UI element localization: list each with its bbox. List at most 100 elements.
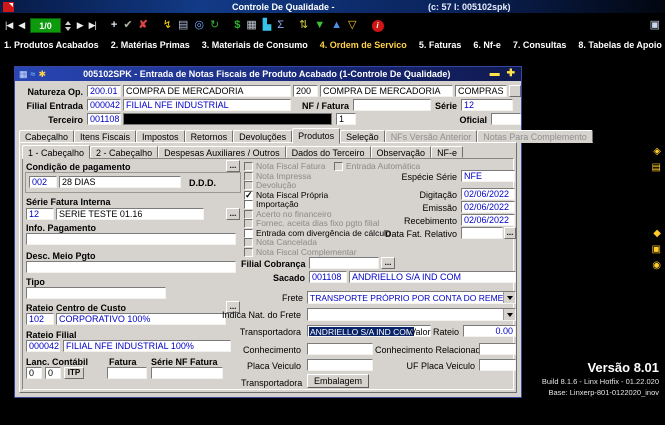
tab-produtos[interactable]: Produtos [292,128,340,144]
checkbox-nota-cancelada[interactable]: Nota Cancelada [244,237,317,247]
cond-pagamento-desc-field[interactable]: 28 DIAS [59,176,181,188]
natureza-code2-field[interactable]: 200 [293,85,318,97]
menu-item-produtos-acabados[interactable]: 1. Produtos Acabados [4,40,99,50]
next-record-icon[interactable]: ▶ [77,21,83,30]
lanc-contabil-field-1[interactable]: 0 [26,367,42,379]
menu-item-materias-primas[interactable]: 2. Matérias Primas [111,40,190,50]
checkbox-nota-fiscal-complementar[interactable]: Nota Fiscal Complementar [244,247,357,257]
subtab-despesas[interactable]: Despesas Auxiliares / Outros [158,146,286,158]
serie-fatura-desc-field[interactable]: SERIE TESTE 01.16 [56,208,204,220]
subtab-2-cabecalho[interactable]: 2 - Cabeçalho [90,146,158,158]
serie-field[interactable]: 12 [461,99,513,111]
record-spinner[interactable] [65,21,71,31]
nf-fatura-field[interactable] [353,99,431,111]
lanc-contabil-field-2[interactable]: 0 [45,367,61,379]
filial-code-field[interactable]: 000042 [87,99,121,111]
checkbox-devolucao[interactable]: Devolução [244,180,296,190]
info-icon[interactable]: i [372,20,384,32]
filter-icon[interactable]: ▽ [348,20,356,31]
first-record-icon[interactable]: |◀ [5,21,12,30]
serie-nf-fatura-field[interactable] [151,367,223,379]
chart-icon[interactable]: ▙ [263,20,271,31]
terceiro-code-field[interactable]: 001108 [87,113,121,125]
terceiro-name-redacted[interactable] [123,113,332,125]
serie-fatura-code-field[interactable]: 12 [26,208,54,220]
subtab-observacao[interactable]: Observação [371,146,432,158]
rail-shortcut-icon-1[interactable]: ◈ [653,147,661,157]
valor-rateio-field[interactable]: 0.00 [463,325,516,337]
rateio-filial-code-field[interactable]: 000042 [26,340,60,352]
tipo-field[interactable] [26,287,166,299]
checkbox-fornec-dias-fixo[interactable]: Fornec. aceita dias fixo pgto filial [244,218,379,228]
data-fat-browse-button[interactable]: ... [504,227,516,239]
fatura-field[interactable] [107,367,147,379]
cancel-icon[interactable]: ✘ [139,20,148,31]
recebimento-field[interactable]: 02/06/2022 [461,214,515,226]
tools-icon[interactable]: ✱ [38,70,46,79]
conhecimento-relacionado-field[interactable] [479,343,516,355]
exit-icon[interactable]: ▣ [650,20,660,31]
currency-icon[interactable]: $ [234,20,240,31]
info-pagamento-field[interactable] [26,233,236,245]
print-icon[interactable]: ▤ [178,20,188,31]
refresh-icon[interactable]: ↻ [210,20,219,31]
placa-veiculo-field[interactable] [307,359,373,371]
data-fat-relativo-field[interactable] [461,227,503,239]
execute-icon[interactable]: ↯ [163,20,172,31]
rateio-filial-desc-field[interactable]: FILIAL NFE INDUSTRIAL 100% [63,340,231,352]
calculator-icon[interactable]: ▦ [246,20,256,31]
uf-placa-veiculo-field[interactable] [479,359,516,371]
filial-desc-field[interactable]: FILIAL NFE INDUSTRIAL [123,99,291,111]
menu-item-faturas[interactable]: 5. Faturas [419,40,462,50]
sort-icon[interactable]: ⇅ [299,20,308,31]
indica-nat-dropdown-arrow[interactable] [503,309,515,320]
sum-icon[interactable]: Σ [277,20,284,31]
emissao-field[interactable]: 02/06/2022 [461,201,515,213]
subtab-dados-terceiro[interactable]: Dados do Terceiro [286,146,371,158]
last-record-icon[interactable]: ▶| [89,21,96,30]
sacado-desc-field[interactable]: ANDRIELLO S/A IND COM [349,271,516,283]
embalagem-button[interactable]: Embalagem [307,374,369,388]
previous-record-icon[interactable]: ◀ [18,21,24,30]
rateio-cc-desc-field[interactable]: CORPORATIVO 100% [56,313,226,325]
natureza-browse-button[interactable] [509,85,521,97]
rail-shortcut-icon-2[interactable]: ▤ [652,163,661,173]
frete-dropdown-arrow[interactable] [503,292,515,303]
digitacao-field[interactable]: 02/06/2022 [461,188,515,200]
rail-shortcut-icon-5[interactable]: ◉ [652,261,661,271]
especie-serie-field[interactable]: NFE [461,170,515,182]
checkbox-importacao[interactable]: Importação [244,199,299,209]
menu-item-materiais-consumo[interactable]: 3. Materiais de Consumo [202,40,308,50]
serie-fatura-browse-button[interactable]: ... [226,208,240,220]
menu-item-ordem-servico[interactable]: 4. Ordem de Servico [320,40,407,50]
checkbox-nota-fiscal-fatura[interactable]: Nota Fiscal Fatura [244,161,325,171]
natureza-code-field[interactable]: 200.01 [87,85,121,97]
oficial-field[interactable] [491,113,521,125]
confirm-icon[interactable]: ✔ [123,20,132,31]
indica-nat-frete-select[interactable] [307,308,516,321]
minimize-icon[interactable]: ▬ [488,69,502,79]
filial-cobranca-field[interactable] [309,257,379,269]
natureza-grupo-field[interactable]: COMPRAS [455,85,507,97]
itp-button[interactable]: ITP [64,367,84,379]
natureza-desc2-field[interactable]: COMPRA DE MERCADORIA [320,85,453,97]
cond-pagamento-code-field[interactable]: 002 [29,176,57,188]
frete-select[interactable]: TRANSPORTE PRÓPRIO POR CONTA DO REMETENT… [307,291,516,304]
search-icon[interactable]: ◎ [194,20,204,31]
menu-item-consultas[interactable]: 7. Consultas [513,40,567,50]
desc-meio-pgto-field[interactable] [26,261,236,273]
rail-shortcut-icon-3[interactable]: ◆ [653,229,661,239]
add-record-icon[interactable]: + [111,20,117,31]
cond-pagamento-browse-button[interactable]: ... [226,160,240,172]
import-icon[interactable]: ▲ [331,20,342,31]
sacado-code-field[interactable]: 001108 [309,271,347,283]
conhecimento-field[interactable] [307,343,373,355]
filial-cobranca-browse-button[interactable]: ... [381,257,395,269]
checkbox-entrada-automatica[interactable]: Entrada Automática [334,161,420,171]
menu-item-nfe[interactable]: 6. Nf-e [473,40,501,50]
rail-shortcut-icon-4[interactable]: ▣ [652,245,661,255]
subtab-1-cabecalho[interactable]: 1 - Cabeçalho [22,145,90,159]
terceiro-seq-field[interactable]: 1 [336,113,356,125]
rateio-cc-code-field[interactable]: 102 [26,313,54,325]
natureza-desc-field[interactable]: COMPRA DE MERCADORIA [123,85,291,97]
